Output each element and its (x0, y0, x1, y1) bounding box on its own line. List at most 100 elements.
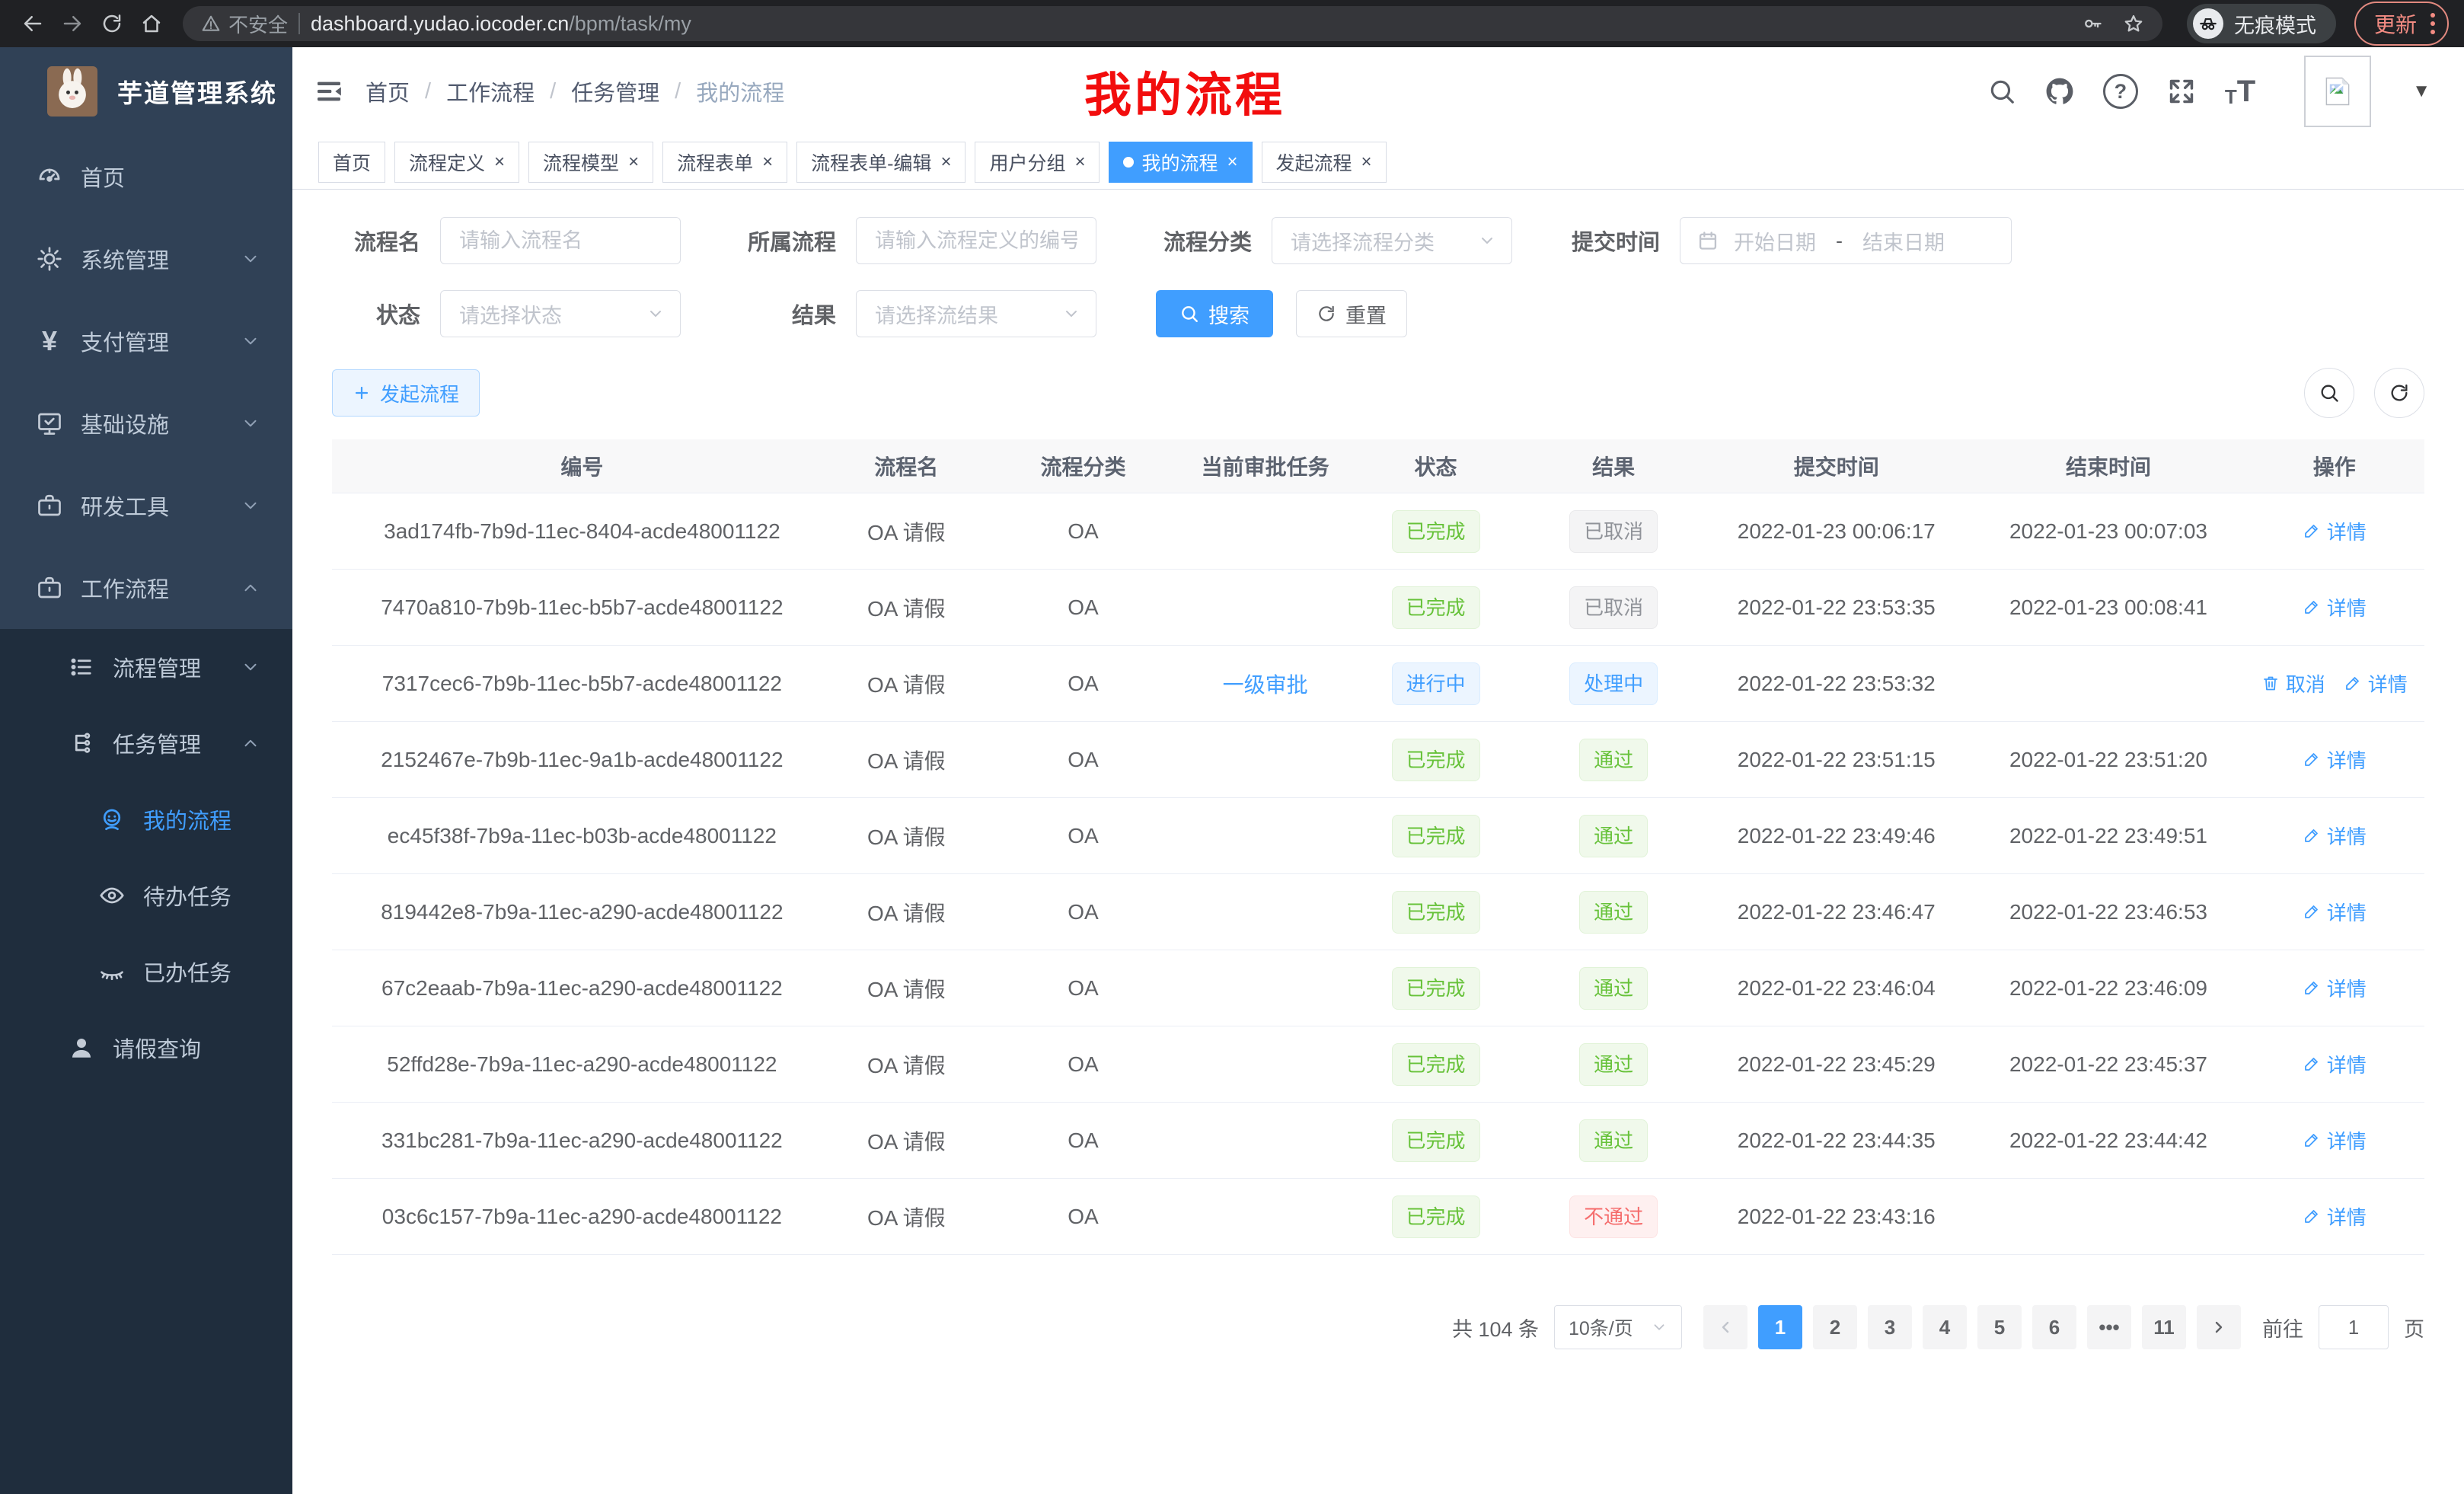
fullscreen-icon[interactable] (2167, 77, 2196, 106)
cell-category: OA (981, 570, 1186, 646)
page-button-6[interactable]: 6 (2032, 1305, 2076, 1349)
tab-流程表单[interactable]: 流程表单× (662, 142, 787, 183)
page-content: 流程名 所属流程 流程分类 请选择流程分类 提交时间 开始日期 - 结束日期 (292, 190, 2464, 1494)
pager-ellipsis[interactable]: ••• (2087, 1305, 2131, 1349)
sidebar-item-已办任务[interactable]: 已办任务 (0, 934, 292, 1010)
reload-icon[interactable] (94, 6, 129, 41)
close-icon[interactable]: × (1227, 153, 1238, 171)
tab-流程表单-编辑[interactable]: 流程表单-编辑× (796, 142, 965, 183)
goto-page-input[interactable] (2319, 1305, 2389, 1349)
close-icon[interactable]: × (762, 153, 773, 171)
cell-current-task (1186, 1026, 1345, 1103)
detail-link[interactable]: 详情 (2303, 517, 2367, 545)
result-select[interactable]: 请选择流结果 (856, 290, 1096, 337)
sidebar-item-任务管理[interactable]: 任务管理 (0, 705, 292, 781)
back-icon[interactable] (15, 6, 50, 41)
page-size-select[interactable]: 10条/页 (1554, 1305, 1682, 1349)
breadcrumb-item[interactable]: 任务管理 (571, 75, 659, 107)
detail-link[interactable]: 详情 (2303, 1202, 2367, 1231)
close-icon[interactable]: × (494, 153, 505, 171)
cell-name: OA 请假 (832, 493, 981, 570)
tab-首页[interactable]: 首页 (318, 142, 385, 183)
close-icon[interactable]: × (940, 153, 951, 171)
bookmark-star-icon[interactable] (2123, 13, 2144, 34)
url-bar[interactable]: 不安全 dashboard.yudao.iocoder.cn/bpm/task/… (183, 6, 2162, 41)
cell-current-task (1186, 722, 1345, 798)
cell-category: OA (981, 1103, 1186, 1179)
sidebar-item-首页[interactable]: 首页 (0, 136, 292, 218)
process-name-input[interactable] (440, 217, 681, 264)
page-button-2[interactable]: 2 (1813, 1305, 1857, 1349)
search-button[interactable]: 搜索 (1156, 290, 1273, 337)
page-button-1[interactable]: 1 (1758, 1305, 1802, 1349)
sidebar-item-支付管理[interactable]: ¥支付管理 (0, 300, 292, 382)
detail-link[interactable]: 详情 (2303, 898, 2367, 926)
cell-category: OA (981, 1179, 1186, 1255)
tab-发起流程[interactable]: 发起流程× (1262, 142, 1387, 183)
page-button-4[interactable]: 4 (1923, 1305, 1967, 1349)
tab-用户分组[interactable]: 用户分组× (975, 142, 1100, 183)
detail-link[interactable]: 详情 (2303, 745, 2367, 774)
cell-name: OA 请假 (832, 874, 981, 950)
chevron-down-icon (241, 249, 260, 269)
create-process-button[interactable]: 发起流程 (332, 369, 480, 417)
close-icon[interactable]: × (628, 153, 639, 171)
submit-time-range[interactable]: 开始日期 - 结束日期 (1680, 217, 2012, 264)
tab-流程定义[interactable]: 流程定义× (394, 142, 519, 183)
font-size-icon[interactable]: TT (2225, 76, 2255, 107)
cell-status: 已完成 (1345, 570, 1527, 646)
show-search-button[interactable] (2304, 368, 2354, 418)
sidebar-collapse-icon[interactable] (292, 76, 365, 107)
sidebar-item-待办任务[interactable]: 待办任务 (0, 857, 292, 934)
detail-link[interactable]: 详情 (2303, 593, 2367, 621)
key-icon[interactable] (2082, 13, 2103, 34)
detail-link[interactable]: 详情 (2344, 669, 2408, 698)
sidebar-item-基础设施[interactable]: 基础设施 (0, 382, 292, 464)
page-button-5[interactable]: 5 (1977, 1305, 2022, 1349)
github-icon[interactable] (2045, 77, 2074, 106)
cancel-link[interactable]: 取消 (2261, 669, 2325, 698)
avatar-caret-icon[interactable]: ▼ (2412, 81, 2430, 102)
breadcrumb-item[interactable]: 工作流程 (446, 75, 535, 107)
close-icon[interactable]: × (1361, 153, 1372, 171)
cell-id: 2152467e-7b9b-11ec-9a1b-acde48001122 (332, 722, 832, 798)
chevron-up-icon (241, 578, 260, 598)
table-row: 7317cec6-7b9b-11ec-b5b7-acde48001122OA 请… (332, 646, 2424, 722)
home-icon[interactable] (134, 6, 169, 41)
reset-button[interactable]: 重置 (1296, 290, 1407, 337)
breadcrumb-item[interactable]: 首页 (365, 75, 410, 107)
update-button[interactable]: 更新 (2354, 2, 2449, 46)
sidebar-item-工作流程[interactable]: 工作流程 (0, 547, 292, 629)
sidebar-item-系统管理[interactable]: 系统管理 (0, 218, 292, 300)
detail-link[interactable]: 详情 (2303, 974, 2367, 1002)
prev-page-button[interactable] (1703, 1305, 1747, 1349)
refresh-table-button[interactable] (2374, 368, 2424, 418)
sidebar-item-请假查询[interactable]: 请假查询 (0, 1010, 292, 1086)
status-select[interactable]: 请选择状态 (440, 290, 681, 337)
tab-我的流程[interactable]: 我的流程× (1109, 142, 1252, 183)
task-link[interactable]: 一级审批 (1223, 673, 1308, 697)
table-header-row: 编号流程名流程分类当前审批任务状态结果提交时间结束时间操作 (332, 439, 2424, 493)
detail-link[interactable]: 详情 (2303, 822, 2367, 850)
category-select[interactable]: 请选择流程分类 (1272, 217, 1512, 264)
avatar[interactable] (2304, 56, 2371, 127)
detail-link[interactable]: 详情 (2303, 1126, 2367, 1154)
process-definition-input[interactable] (856, 217, 1096, 264)
security-warning[interactable]: 不安全 (201, 10, 288, 38)
sidebar-item-我的流程[interactable]: 我的流程 (0, 781, 292, 857)
sidebar-item-研发工具[interactable]: 研发工具 (0, 464, 292, 547)
detail-link[interactable]: 详情 (2303, 1050, 2367, 1078)
page-button-3[interactable]: 3 (1868, 1305, 1912, 1349)
help-icon[interactable]: ? (2103, 74, 2138, 109)
next-page-button[interactable] (2197, 1305, 2241, 1349)
close-icon[interactable]: × (1074, 153, 1085, 171)
sidebar-item-流程管理[interactable]: 流程管理 (0, 629, 292, 705)
header-search-icon[interactable] (1987, 77, 2016, 106)
page-button-11[interactable]: 11 (2142, 1305, 2186, 1349)
app-logo[interactable]: 芋道管理系统 (0, 47, 292, 136)
browser-menu-icon[interactable] (2430, 13, 2435, 34)
tab-流程模型[interactable]: 流程模型× (528, 142, 653, 183)
yen-icon: ¥ (35, 327, 64, 356)
forward-icon[interactable] (55, 6, 90, 41)
filter-category-label: 流程分类 (1156, 225, 1252, 257)
